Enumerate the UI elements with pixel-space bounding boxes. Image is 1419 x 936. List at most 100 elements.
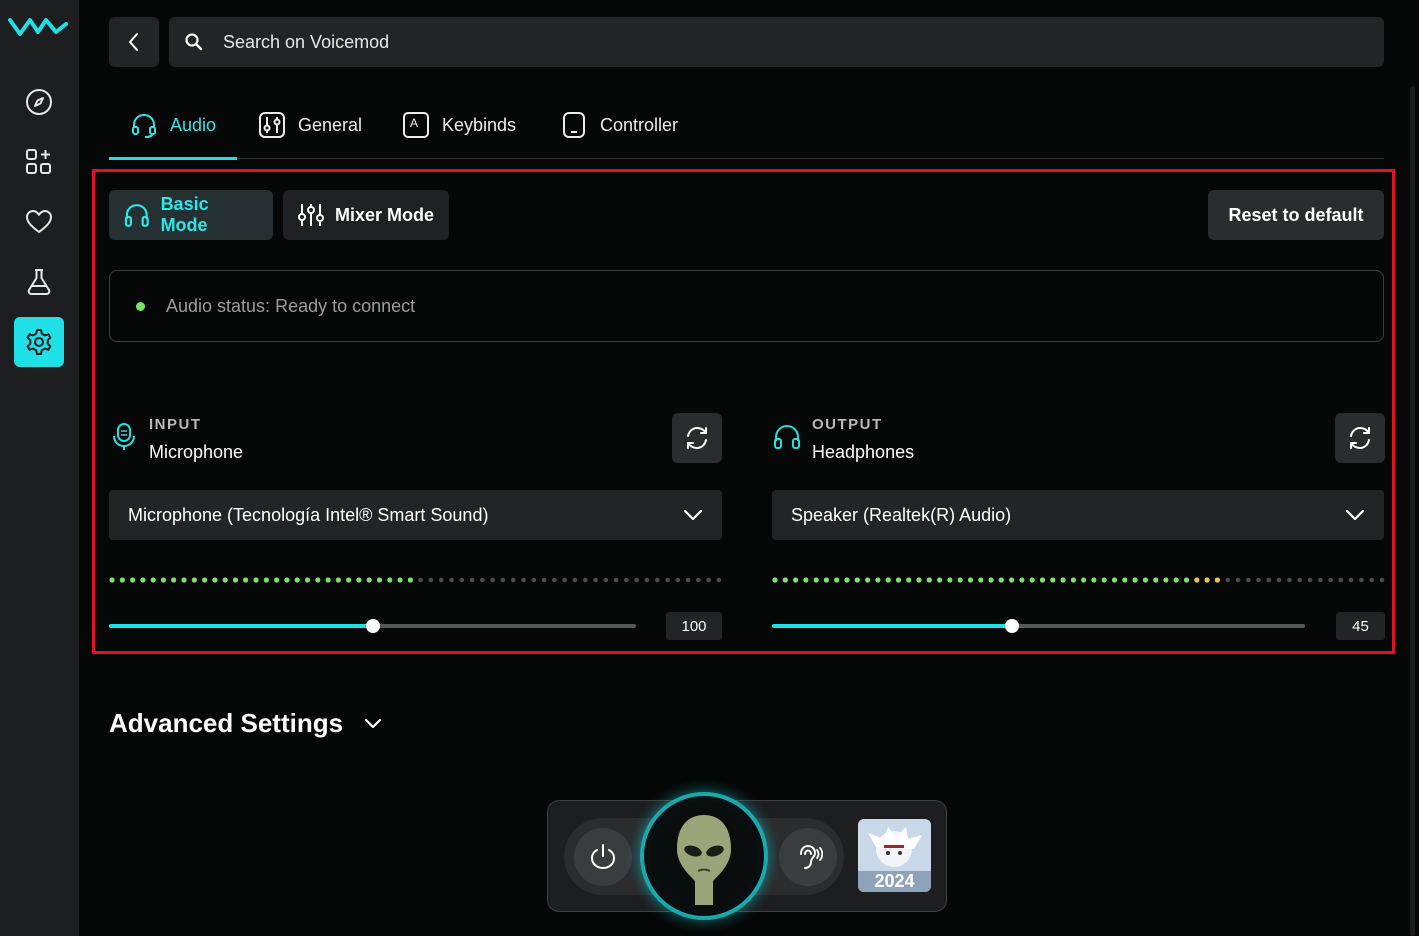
input-device-select[interactable]: Microphone (Tecnología Intel® Smart Soun… (109, 490, 722, 540)
reset-to-default-button[interactable]: Reset to default (1208, 190, 1384, 240)
input-meter-dot (222, 577, 228, 583)
advanced-settings-toggle[interactable]: Advanced Settings (109, 708, 383, 739)
input-meter-dot (191, 577, 197, 583)
chevron-down-icon (364, 718, 382, 728)
input-volume-slider[interactable] (109, 619, 636, 633)
input-meter-dot (160, 577, 166, 583)
input-meter-dot (655, 577, 660, 583)
input-meter-dot (665, 577, 670, 583)
scrollbar[interactable] (1410, 86, 1415, 936)
input-volume-thumb[interactable] (365, 619, 380, 633)
back-button[interactable] (109, 17, 159, 67)
output-meter-dot (916, 577, 922, 583)
output-meter-dot (937, 577, 943, 583)
output-meter-dot (1348, 577, 1354, 583)
output-meter-dot (803, 577, 809, 583)
output-volume-slider[interactable] (772, 619, 1305, 633)
voicemod-logo (8, 18, 68, 36)
input-meter-dot (510, 577, 516, 583)
output-meter-dot (1379, 577, 1385, 583)
output-meter-dot (1235, 577, 1241, 583)
headphones-icon (774, 424, 800, 449)
input-meter-dot (490, 577, 496, 583)
output-meter-dot (1183, 577, 1190, 583)
input-meter-dot (243, 577, 249, 583)
mixer-mode-button[interactable]: Mixer Mode (283, 190, 449, 240)
selected-voice-avatar[interactable] (640, 792, 768, 920)
output-meter-dot (1019, 577, 1025, 583)
input-meter-dot (284, 577, 290, 583)
output-meter-dot (998, 577, 1004, 583)
input-meter-dot (593, 577, 598, 583)
output-meter-dot (875, 577, 881, 583)
mixer-sliders-icon (298, 204, 324, 226)
refresh-icon (1350, 426, 1370, 450)
tab-audio-label: Audio (170, 114, 217, 135)
tab-controller[interactable]: Controller (560, 92, 678, 158)
sidebar-item-favorites[interactable] (14, 197, 64, 247)
input-meter-dot (140, 577, 146, 583)
input-meter-dot (696, 577, 701, 583)
input-meter-dot (449, 577, 454, 583)
output-device-select[interactable]: Speaker (Realtek(R) Audio) (772, 490, 1384, 540)
output-meter-dot (1246, 577, 1251, 583)
input-meter-dot (181, 577, 187, 583)
input-meter-dot (304, 577, 311, 583)
sidebar-item-discover[interactable] (14, 77, 64, 127)
output-meter-dot (1307, 577, 1313, 583)
input-section: INPUT Microphone Microphone (Tecnología … (109, 410, 722, 650)
output-meter-dot (1297, 577, 1302, 583)
input-meter-dot (644, 577, 650, 583)
output-meter-dot (1070, 577, 1076, 583)
voice-changer-power-button[interactable] (574, 828, 632, 886)
tab-general[interactable]: General (258, 92, 362, 158)
sidebar-item-settings[interactable] (14, 317, 64, 367)
search-icon (183, 31, 205, 53)
search-input[interactable] (221, 30, 1384, 54)
output-meter-dot (1194, 577, 1200, 583)
input-meter-dot (613, 577, 619, 583)
input-meter-dot (130, 577, 136, 583)
output-level-meter (772, 577, 1385, 583)
apps-grid-icon (26, 149, 51, 174)
basic-mode-button[interactable]: Basic Mode (109, 190, 273, 240)
input-volume-value: 100 (666, 612, 722, 640)
input-meter-dot (634, 577, 639, 583)
output-refresh-button[interactable] (1335, 413, 1385, 463)
output-meter-dot (1050, 577, 1056, 583)
input-meter-dot (438, 577, 444, 583)
tab-keybinds[interactable]: A Keybinds (402, 92, 516, 158)
sidebar-item-apps[interactable] (14, 137, 64, 187)
output-meter-dot (1369, 577, 1374, 583)
input-meter-dot (109, 577, 115, 583)
output-volume-value: 45 (1336, 612, 1385, 640)
input-refresh-button[interactable] (672, 413, 722, 463)
tab-audio[interactable]: Audio (130, 92, 216, 158)
status-indicator-dot (136, 301, 145, 311)
sidebar-item-lab[interactable] (14, 257, 64, 307)
input-meter-dot (552, 577, 557, 583)
input-meter-dot (469, 577, 475, 583)
output-meter-dot (1256, 577, 1261, 583)
output-meter-dot (1359, 577, 1364, 583)
output-meter-dot (906, 577, 912, 583)
output-volume-thumb[interactable] (1004, 619, 1019, 633)
sidebar (0, 0, 79, 936)
soundboard-thumbnail[interactable]: 2024 (858, 819, 931, 892)
output-meter-dot (1060, 577, 1066, 583)
output-meter-dot (1091, 577, 1097, 583)
output-meter-dot (823, 577, 829, 583)
tab-controller-label: Controller (600, 114, 679, 135)
chevron-down-icon (683, 509, 703, 521)
output-device-type: Headphones (812, 442, 915, 462)
output-meter-dot (926, 577, 932, 583)
input-meter-dot (459, 577, 465, 583)
gear-icon (26, 329, 52, 355)
output-meter-dot (957, 577, 963, 583)
input-meter-dot (562, 577, 567, 583)
voicemod-window: Audio General A Keybinds (0, 0, 1419, 936)
search-bar[interactable] (169, 17, 1384, 67)
hear-myself-button[interactable] (779, 828, 837, 886)
output-meter-dot (865, 577, 871, 583)
input-meter-dot (531, 577, 537, 583)
